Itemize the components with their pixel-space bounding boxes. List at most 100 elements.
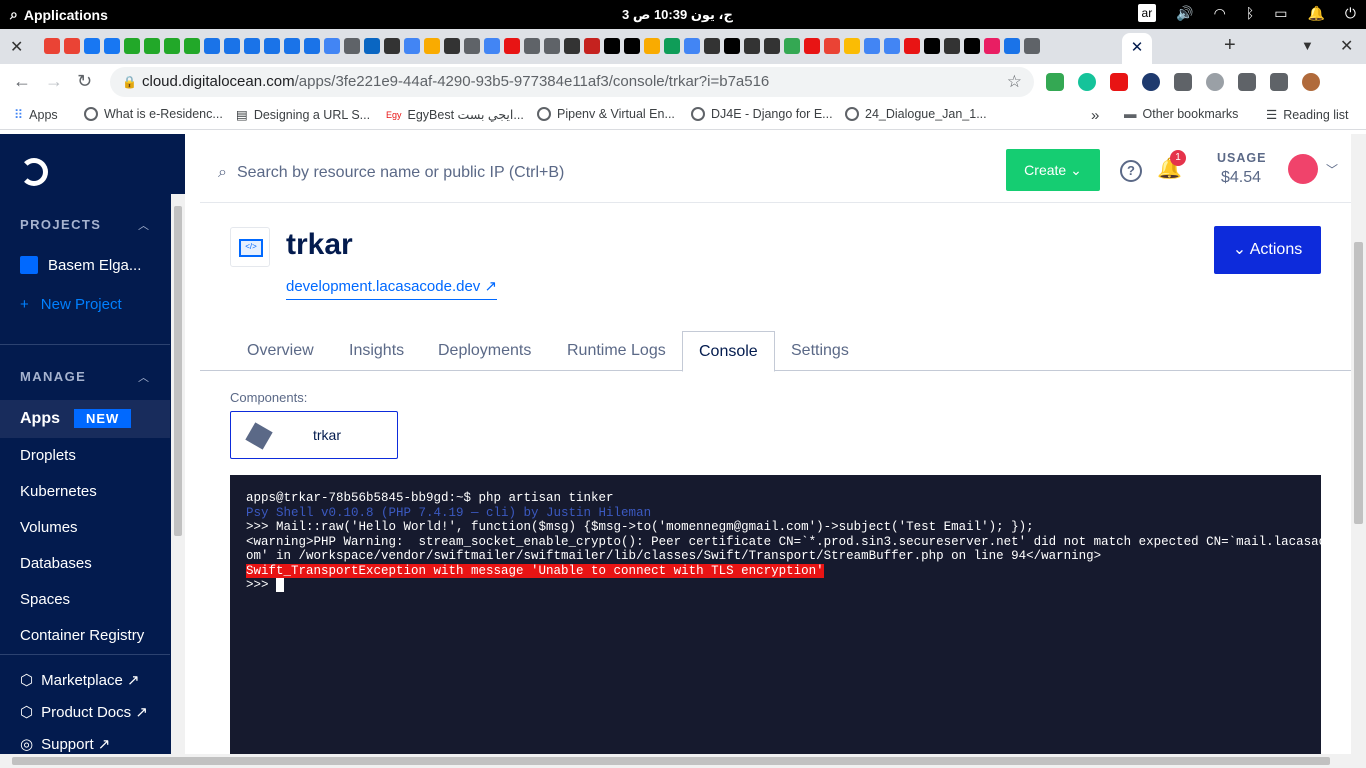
- pinned-tab-favicon[interactable]: [764, 38, 780, 54]
- pinned-tab-favicon[interactable]: [624, 38, 640, 54]
- chevron-up-icon[interactable]: ︿: [138, 217, 149, 233]
- reading-mode-icon[interactable]: [1270, 73, 1288, 91]
- pinned-tab-favicon[interactable]: [884, 38, 900, 54]
- pinned-tab-favicon[interactable]: [944, 38, 960, 54]
- page-scrollbar[interactable]: [1351, 134, 1366, 754]
- pinned-tab-favicon[interactable]: [844, 38, 860, 54]
- reading-list[interactable]: ☰ Reading list: [1266, 107, 1349, 123]
- puzzle-icon[interactable]: [1238, 73, 1256, 91]
- other-bookmarks[interactable]: ▬ Other bookmarks: [1124, 107, 1238, 121]
- pinned-tab-favicon[interactable]: [344, 38, 360, 54]
- url-input[interactable]: 🔒 cloud.digitalocean.com/apps/3fe221e9-44…: [110, 67, 1034, 97]
- chevron-up-icon[interactable]: ︿: [138, 369, 149, 385]
- product-docs-link[interactable]: ⬡ Product Docs ↗: [20, 703, 148, 721]
- extension-icon[interactable]: [1206, 73, 1224, 91]
- bookmark-item[interactable]: What is e-Residenc...: [84, 107, 223, 121]
- pinned-tab-favicon[interactable]: [964, 38, 980, 54]
- help-icon[interactable]: ?: [1120, 160, 1142, 182]
- bookmark-item[interactable]: Pipenv & Virtual En...: [537, 107, 675, 121]
- lock-icon[interactable]: 🔒: [122, 67, 137, 97]
- pinned-tab-favicon[interactable]: [504, 38, 520, 54]
- pinned-tab-favicon[interactable]: [244, 38, 260, 54]
- tab-runtime-logs[interactable]: Runtime Logs: [567, 331, 666, 371]
- tab-search-icon[interactable]: ▼: [1301, 38, 1314, 53]
- scrollbar-thumb[interactable]: [1354, 242, 1363, 524]
- pinned-tab-favicon[interactable]: [684, 38, 700, 54]
- pinned-tab-favicon[interactable]: [164, 38, 180, 54]
- pinned-tab-favicon[interactable]: [364, 38, 380, 54]
- support-link[interactable]: ◎ Support ↗: [20, 735, 110, 753]
- pinned-tab-favicon[interactable]: [904, 38, 920, 54]
- tab-overview[interactable]: Overview: [247, 331, 314, 371]
- pinned-tab-favicon[interactable]: [44, 38, 60, 54]
- keyboard-layout-indicator[interactable]: ar: [1137, 4, 1157, 22]
- pinned-tab-favicon[interactable]: [184, 38, 200, 54]
- avatar[interactable]: [1288, 154, 1318, 184]
- marketplace-link[interactable]: ⬡ Marketplace ↗: [20, 671, 140, 689]
- pinned-tab-favicon[interactable]: [584, 38, 600, 54]
- window-close-icon[interactable]: ✕: [1340, 36, 1353, 56]
- pinned-tab-favicon[interactable]: [724, 38, 740, 54]
- bookmark-apps[interactable]: ⠿ Apps: [14, 107, 58, 123]
- pinned-tab-favicon[interactable]: [604, 38, 620, 54]
- pinned-tab-favicon[interactable]: [404, 38, 420, 54]
- grammarly-icon[interactable]: [1078, 73, 1096, 91]
- search-bar[interactable]: ⌕ Search by resource name or public IP (…: [218, 164, 564, 182]
- close-icon[interactable]: ✕: [10, 37, 23, 57]
- pinned-tab-favicon[interactable]: [484, 38, 500, 54]
- pinned-tab-favicon[interactable]: [564, 38, 580, 54]
- scrollbar-thumb[interactable]: [174, 206, 182, 536]
- bluetooth-icon[interactable]: ᛒ: [1246, 5, 1254, 21]
- new-project-link[interactable]: + New Project: [20, 296, 122, 313]
- pinned-tab-favicon[interactable]: [424, 38, 440, 54]
- pinned-tab-favicon[interactable]: [264, 38, 280, 54]
- tab-settings[interactable]: Settings: [791, 331, 849, 371]
- project-item[interactable]: Basem Elga...: [20, 256, 141, 274]
- pinned-tab-favicon[interactable]: [104, 38, 120, 54]
- power-icon[interactable]: ⏻: [1345, 5, 1356, 22]
- pinned-tab-favicon[interactable]: [804, 38, 820, 54]
- sidebar-item-apps[interactable]: Apps NEW: [0, 400, 170, 438]
- sidebar-item-volumes[interactable]: Volumes: [20, 519, 78, 536]
- tab-deployments[interactable]: Deployments: [438, 331, 531, 371]
- pinned-tab-favicon[interactable]: [524, 38, 540, 54]
- notification-bell-icon[interactable]: 🔔: [1307, 5, 1324, 22]
- bookmark-star-icon[interactable]: ☆: [1007, 67, 1022, 97]
- back-button[interactable]: ←: [13, 71, 31, 92]
- pinned-tab-favicon[interactable]: [124, 38, 140, 54]
- horizontal-scrollbar[interactable]: [0, 754, 1366, 768]
- reload-button[interactable]: ↻: [77, 71, 92, 92]
- forward-button[interactable]: →: [45, 71, 63, 92]
- applications-menu[interactable]: ⌕ Applications: [10, 6, 108, 23]
- pinned-tab-favicon[interactable]: [924, 38, 940, 54]
- pinned-tab-favicon[interactable]: [284, 38, 300, 54]
- pinned-tab-favicon[interactable]: [84, 38, 100, 54]
- digitalocean-logo[interactable]: [20, 158, 48, 186]
- active-tab-close-icon[interactable]: ✕: [1122, 33, 1152, 64]
- pinned-tab-favicon[interactable]: [1004, 38, 1020, 54]
- bookmark-item[interactable]: Egy EgyBest ايجي بست...: [386, 107, 524, 122]
- component-selector[interactable]: trkar: [230, 411, 398, 459]
- check-icon[interactable]: [1142, 73, 1160, 91]
- extension-icon[interactable]: [1046, 73, 1064, 91]
- sidebar-item-droplets[interactable]: Droplets: [20, 447, 76, 464]
- wifi-icon[interactable]: ◠: [1214, 5, 1226, 22]
- pinned-tab-favicon[interactable]: [64, 38, 80, 54]
- projects-heading[interactable]: PROJECTS: [20, 217, 101, 232]
- tab-insights[interactable]: Insights: [349, 331, 404, 371]
- sidebar-item-container-registry[interactable]: Container Registry: [20, 627, 144, 644]
- sidebar-item-kubernetes[interactable]: Kubernetes: [20, 483, 97, 500]
- system-clock[interactable]: 3 ج، يون 10:39 ص: [622, 7, 733, 23]
- pinned-tab-favicon[interactable]: [304, 38, 320, 54]
- manage-heading[interactable]: MANAGE: [20, 369, 86, 384]
- bookmark-item[interactable]: DJ4E - Django for E...: [691, 107, 833, 121]
- pinned-tab-favicon[interactable]: [664, 38, 680, 54]
- profile-avatar-icon[interactable]: [1302, 73, 1320, 91]
- bookmark-item[interactable]: 24_Dialogue_Jan_1...: [845, 107, 987, 121]
- terminal-cursor[interactable]: _: [276, 578, 284, 592]
- bookmark-item[interactable]: ▤ Designing a URL S...: [236, 107, 370, 123]
- chevron-down-icon[interactable]: ﹀: [1326, 161, 1338, 178]
- sidebar-item-databases[interactable]: Databases: [20, 555, 92, 572]
- app-live-url-link[interactable]: development.lacasacode.dev ↗: [286, 277, 498, 300]
- console-terminal[interactable]: apps@trkar-78b56b5845-bb9gd:~$ php artis…: [230, 475, 1364, 754]
